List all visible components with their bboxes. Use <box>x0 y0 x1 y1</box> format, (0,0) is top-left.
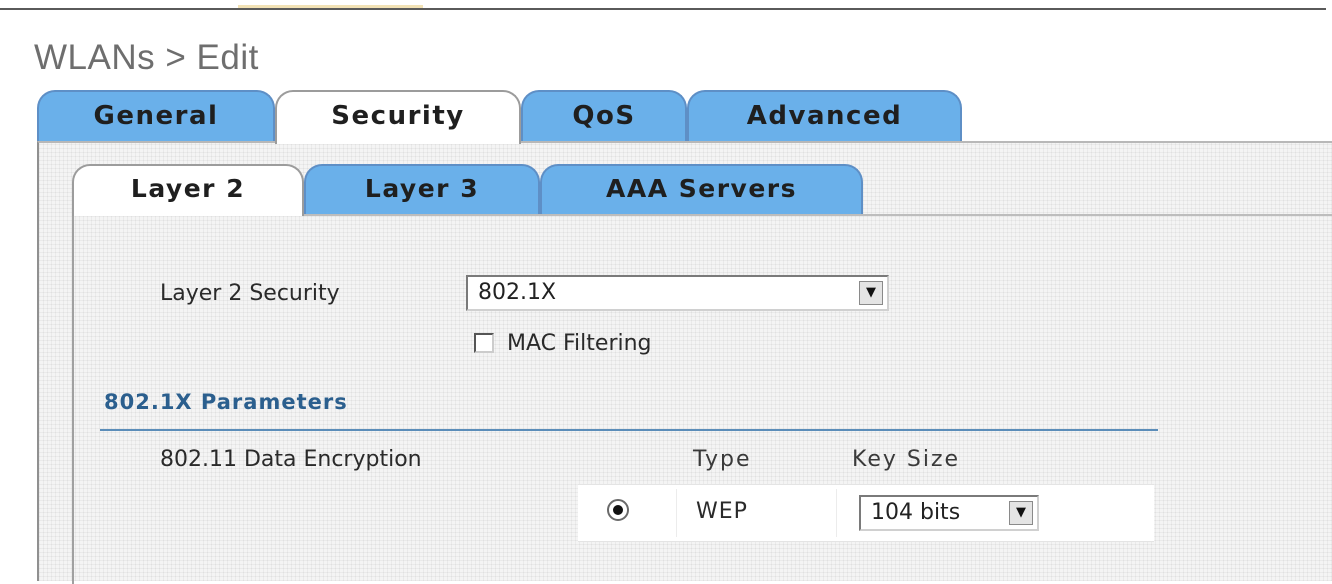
encryption-row: WEP 104 bits ▼ <box>578 484 1154 542</box>
top-rule <box>0 8 1326 10</box>
tab-general-label: General <box>93 101 219 131</box>
keysize-value: 104 bits <box>871 500 961 525</box>
tab-security[interactable]: Security <box>275 90 521 144</box>
layer2-security-value: 802.1X <box>478 280 557 305</box>
chevron-down-icon[interactable]: ▼ <box>859 281 883 305</box>
tab-layer2-label: Layer 2 <box>130 174 246 203</box>
page-title: WLANs > Edit <box>34 38 259 77</box>
section-divider <box>100 429 1158 431</box>
tab-layer3[interactable]: Layer 3 <box>304 164 540 216</box>
data-encryption-label: 802.11 Data Encryption <box>160 447 422 472</box>
column-divider <box>676 489 677 537</box>
tab-advanced[interactable]: Advanced <box>687 90 962 144</box>
tab-general[interactable]: General <box>37 90 275 144</box>
tab-security-label: Security <box>331 101 465 131</box>
main-tab-row: General Security QoS Advanced <box>0 88 1332 144</box>
layer2-security-label: Layer 2 Security <box>160 281 340 306</box>
layer2-security-select[interactable]: 802.1X ▼ <box>466 275 889 311</box>
tab-qos-label: QoS <box>572 101 636 131</box>
tab-aaa-servers-label: AAA Servers <box>606 174 797 203</box>
sub-tab-row: Layer 2 Layer 3 AAA Servers <box>72 164 1332 218</box>
radio-dot <box>613 505 623 515</box>
tab-layer3-label: Layer 3 <box>364 174 480 203</box>
mac-filtering-checkbox[interactable] <box>474 333 494 353</box>
type-column-header: Type <box>693 447 752 472</box>
tab-qos[interactable]: QoS <box>521 90 687 144</box>
keysize-select[interactable]: 104 bits ▼ <box>859 495 1039 531</box>
chevron-down-icon[interactable]: ▼ <box>1009 501 1033 525</box>
tab-advanced-label: Advanced <box>746 101 903 131</box>
keysize-column-header: Key Size <box>852 447 961 472</box>
tab-aaa-servers[interactable]: AAA Servers <box>540 164 863 216</box>
radio-selected-icon[interactable] <box>607 499 629 521</box>
encryption-type-value: WEP <box>696 499 748 524</box>
section-title-8021x: 802.1X Parameters <box>104 390 348 414</box>
mac-filtering-label: MAC Filtering <box>507 331 652 356</box>
column-divider <box>836 489 837 537</box>
tab-layer2[interactable]: Layer 2 <box>72 164 304 216</box>
